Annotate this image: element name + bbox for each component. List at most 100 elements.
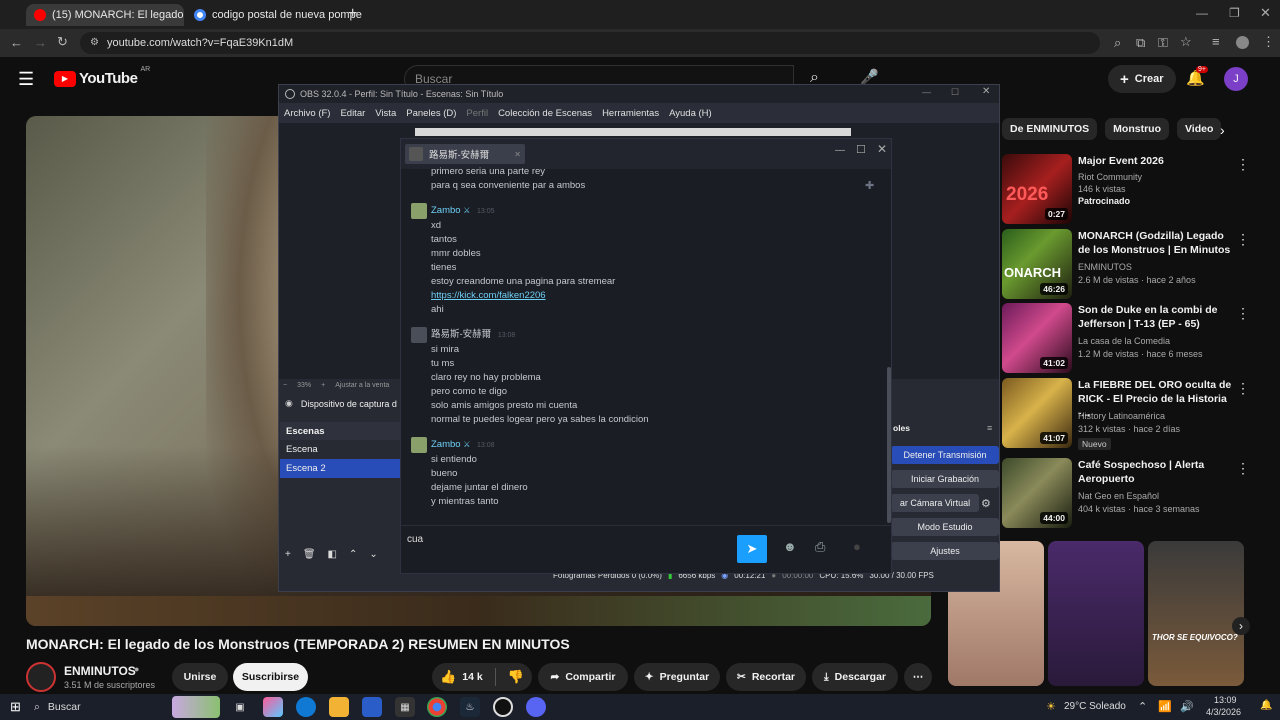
emoticon-icon[interactable]: ☻ xyxy=(783,539,797,554)
menu-archivo[interactable]: Archivo (F) xyxy=(284,108,330,119)
more-options-icon[interactable]: ⋮ xyxy=(1236,156,1250,173)
more-options-icon[interactable]: ⋮ xyxy=(1236,460,1250,477)
notification-center-icon[interactable]: 🔔 xyxy=(1260,700,1272,711)
steam-icon[interactable]: ♨ xyxy=(460,697,480,717)
add-friend-icon[interactable]: ✚ xyxy=(865,179,874,192)
user-avatar[interactable] xyxy=(411,327,427,343)
suggestion-item[interactable]: 44:00 Café Sospechoso | Alerta Aeropuert… xyxy=(1002,458,1262,528)
start-recording-button[interactable]: Iniciar Grabación xyxy=(891,470,999,488)
attach-icon[interactable]: ⎙ xyxy=(815,539,825,555)
download-button[interactable]: ⤓ Descargar xyxy=(812,663,898,691)
chip-video[interactable]: Video xyxy=(1176,118,1221,140)
bookmark-star-icon[interactable]: ☆ xyxy=(1180,35,1192,48)
file-explorer-icon[interactable] xyxy=(329,697,349,717)
suggestion-item[interactable]: ONARCH 46:26 MONARCH (Godzilla) Legado d… xyxy=(1002,229,1262,299)
chat-tab-close-icon[interactable]: ✕ xyxy=(514,150,521,159)
wifi-icon[interactable]: 📶 xyxy=(1158,700,1172,713)
avatar[interactable]: J xyxy=(1224,67,1248,91)
site-info-icon[interactable]: ⚙ xyxy=(90,38,99,48)
channel-avatar[interactable] xyxy=(26,662,56,692)
suggestion-item[interactable]: 2026 0:27 Major Event 2026 Riot Communit… xyxy=(1002,154,1262,224)
install-icon[interactable]: ⧉ xyxy=(1136,36,1145,49)
discord-icon[interactable] xyxy=(526,697,546,717)
forward-icon[interactable]: → xyxy=(34,36,47,49)
edge-icon[interactable] xyxy=(296,697,316,717)
volume-icon[interactable]: 🔊 xyxy=(1180,700,1194,713)
chip-enminutos[interactable]: De ENMINUTOS xyxy=(1002,118,1098,140)
obs-icon[interactable] xyxy=(493,697,513,717)
move-down-icon[interactable]: ⌄ xyxy=(369,549,377,560)
menu-perfil[interactable]: Perfil xyxy=(466,108,488,119)
obs-maximize-icon[interactable]: ☐ xyxy=(951,87,959,98)
task-view-icon[interactable]: ▣ xyxy=(230,697,250,717)
menu-paneles[interactable]: Paneles (D) xyxy=(406,108,456,119)
new-tab-button[interactable]: + xyxy=(348,5,357,23)
user-avatar[interactable] xyxy=(411,437,427,453)
menu-ayuda[interactable]: Ayuda (H) xyxy=(669,108,712,119)
stop-stream-button[interactable]: Detener Transmisión xyxy=(891,446,999,464)
add-scene-icon[interactable]: + xyxy=(285,549,291,560)
tray-chevron-icon[interactable]: ⌃ xyxy=(1138,700,1147,713)
chat-maximize-icon[interactable]: ☐ xyxy=(856,143,866,156)
zoom-in-icon[interactable]: + xyxy=(321,382,325,389)
message-link[interactable]: https://kick.com/falken2206 xyxy=(431,289,546,303)
source-name[interactable]: Dispositivo de captura d xyxy=(301,399,397,409)
studio-mode-button[interactable]: Modo Estudio xyxy=(891,518,999,536)
clock-time[interactable]: 13:09 xyxy=(1214,695,1237,705)
suggestion-item[interactable]: 41:02 Son de Duke en la combi de Jeffers… xyxy=(1002,303,1262,373)
short-thumbnail[interactable]: THOR SE EQUIVOCO? xyxy=(1148,541,1244,686)
join-button[interactable]: Unirse xyxy=(172,663,228,691)
browser-menu-icon[interactable]: ⋮ xyxy=(1262,35,1275,48)
browser-tab[interactable]: codigo postal de nueva pompe ✕ xyxy=(186,4,362,26)
virtual-camera-settings-icon[interactable]: ⚙ xyxy=(981,497,991,510)
chat-close-icon[interactable]: ✕ xyxy=(877,142,887,156)
profile-icon[interactable] xyxy=(1236,36,1249,49)
virtual-camera-button[interactable]: ar Cámara Virtual xyxy=(891,494,979,512)
move-up-icon[interactable]: ⌃ xyxy=(349,549,357,560)
copilot-icon[interactable] xyxy=(263,697,283,717)
remove-scene-icon[interactable]: 🗑 xyxy=(303,549,316,560)
voice-icon[interactable]: ● xyxy=(853,539,861,554)
settings-button[interactable]: Ajustes xyxy=(891,542,999,560)
chevron-right-icon[interactable]: › xyxy=(1220,122,1225,138)
more-options-icon[interactable]: ⋮ xyxy=(1236,380,1250,397)
more-actions-button[interactable]: ⋯ xyxy=(904,663,932,691)
menu-editar[interactable]: Editar xyxy=(340,108,365,119)
scene-item[interactable]: Escena xyxy=(280,440,400,459)
dislike-icon[interactable]: 👎 xyxy=(508,669,524,685)
browser-tab-active[interactable]: (15) MONARCH: El legado d 🔊 ✕ xyxy=(26,4,184,26)
chip-monstruo[interactable]: Monstruo xyxy=(1105,118,1169,140)
address-bar[interactable]: ⚙ youtube.com/watch?v=FqaE39Kn1dM xyxy=(80,32,1100,54)
subscribe-button[interactable]: Suscribirse xyxy=(233,663,308,691)
password-icon[interactable]: ⚿ xyxy=(1158,36,1168,49)
app-icon[interactable]: ▦ xyxy=(395,697,415,717)
zoom-out-icon[interactable]: − xyxy=(283,382,287,389)
close-window-icon[interactable]: ✕ xyxy=(1260,5,1271,21)
more-options-icon[interactable]: ⋮ xyxy=(1236,305,1250,322)
menu-vista[interactable]: Vista xyxy=(375,108,396,119)
obs-close-icon[interactable]: ✕ xyxy=(982,86,990,97)
clip-button[interactable]: ✂ Recortar xyxy=(726,663,806,691)
menu-herramientas[interactable]: Herramientas xyxy=(602,108,659,119)
scene-item-selected[interactable]: Escena 2 xyxy=(280,459,400,478)
short-thumbnail[interactable] xyxy=(1048,541,1144,686)
more-options-icon[interactable]: ⋮ xyxy=(1236,231,1250,248)
back-icon[interactable]: ← xyxy=(10,36,23,49)
chat-minimize-icon[interactable]: — xyxy=(835,145,845,156)
reload-icon[interactable]: ↻ xyxy=(57,35,68,48)
panel-menu-icon[interactable]: ≡ xyxy=(987,423,992,433)
chat-scrollbar[interactable] xyxy=(887,367,891,523)
chat-tab[interactable]: 路易斯-安赫爾 ✕ xyxy=(405,144,525,164)
windows-start-icon[interactable]: ⊞ xyxy=(10,699,21,715)
suggestion-item[interactable]: 41:07 La FIEBRE DEL ORO oculta de RICK -… xyxy=(1002,378,1262,450)
clock-date[interactable]: 4/3/2026 xyxy=(1206,707,1241,717)
filter-icon[interactable]: ◧ xyxy=(328,549,337,560)
create-button[interactable]: + Crear xyxy=(1108,65,1176,93)
youtube-logo[interactable]: ▶ YouTube AR xyxy=(54,66,150,87)
reading-list-icon[interactable]: ≡ xyxy=(1212,35,1220,48)
ask-button[interactable]: ✦ Preguntar xyxy=(634,663,720,691)
obs-minimize-icon[interactable]: — xyxy=(922,87,931,97)
share-button[interactable]: ➦ Compartir xyxy=(538,663,628,691)
send-button[interactable]: ➤ xyxy=(737,535,767,563)
minimize-icon[interactable]: — xyxy=(1196,6,1208,20)
